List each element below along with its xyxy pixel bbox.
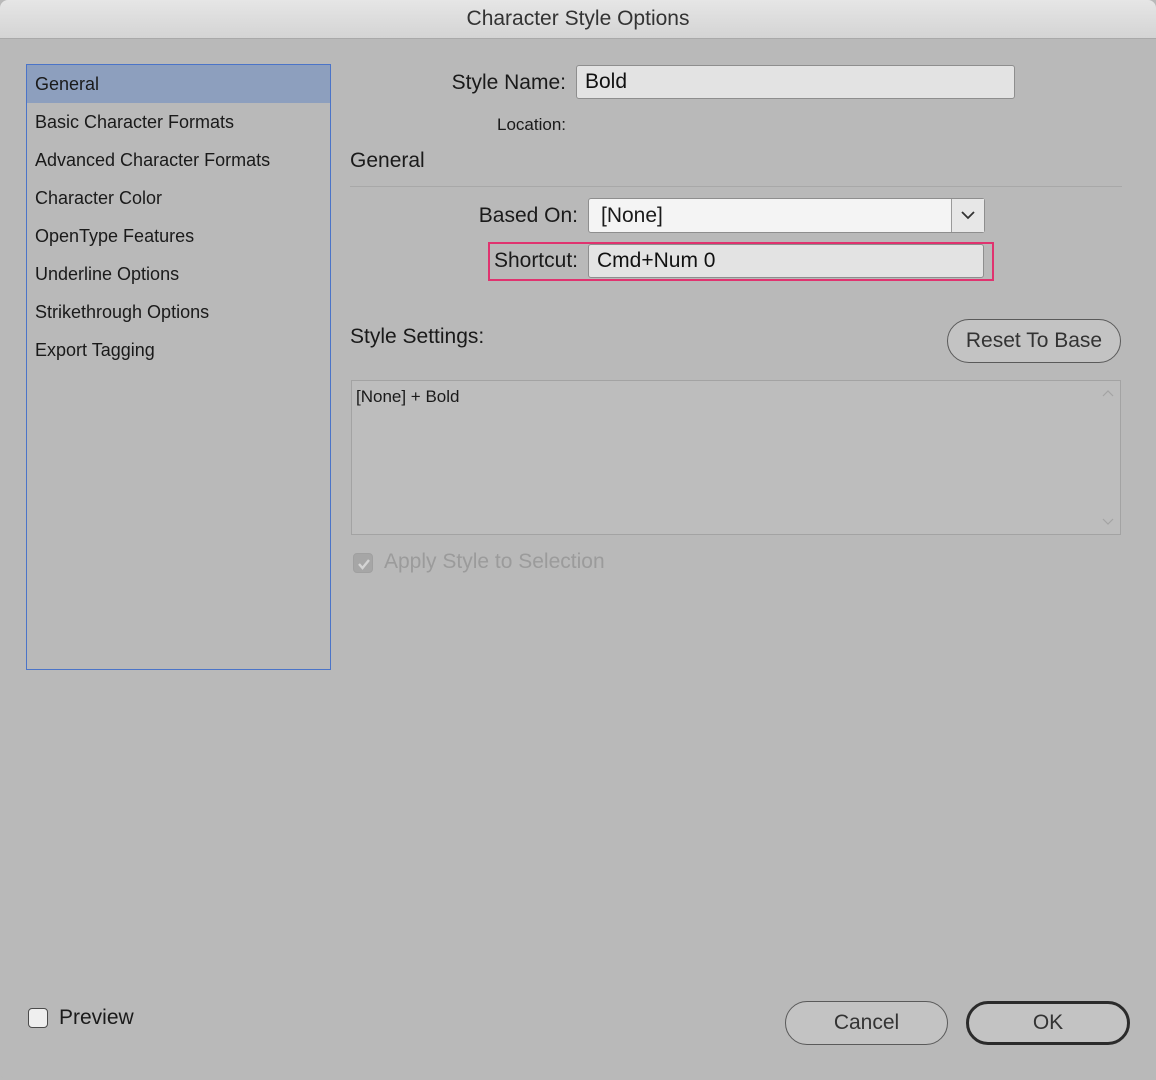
sidebar-item-export-tagging[interactable]: Export Tagging: [27, 331, 330, 369]
based-on-value: [None]: [601, 204, 663, 227]
apply-style-checkbox[interactable]: [353, 553, 373, 573]
reset-to-base-button[interactable]: Reset To Base: [947, 319, 1121, 363]
sidebar-item-character-color[interactable]: Character Color: [27, 179, 330, 217]
character-style-options-dialog: Character Style Options General Basic Ch…: [0, 0, 1156, 1080]
section-divider: [350, 186, 1122, 187]
shortcut-input[interactable]: [588, 244, 984, 278]
chevron-down-icon[interactable]: [951, 199, 984, 232]
apply-style-label: Apply Style to Selection: [384, 550, 605, 573]
ok-button[interactable]: OK: [966, 1001, 1130, 1045]
sidebar-item-strikethrough-options[interactable]: Strikethrough Options: [27, 293, 330, 331]
chevron-down-icon[interactable]: [1102, 518, 1114, 526]
window-title: Character Style Options: [0, 0, 1156, 39]
based-on-dropdown[interactable]: [None]: [588, 198, 985, 233]
preview-label: Preview: [59, 1006, 134, 1029]
category-list[interactable]: General Basic Character Formats Advanced…: [26, 64, 331, 670]
sidebar-item-opentype-features[interactable]: OpenType Features: [27, 217, 330, 255]
chevron-up-icon[interactable]: [1102, 389, 1114, 397]
style-name-input[interactable]: [576, 65, 1015, 99]
sidebar-item-general[interactable]: General: [27, 65, 330, 103]
checkmark-icon: [358, 559, 370, 570]
style-settings-text: [None] + Bold: [356, 387, 460, 406]
style-settings-textarea[interactable]: [None] + Bold: [351, 380, 1121, 535]
sidebar-item-basic-character-formats[interactable]: Basic Character Formats: [27, 103, 330, 141]
section-title-general: General: [350, 149, 425, 172]
preview-checkbox[interactable]: [28, 1008, 48, 1028]
sidebar-item-advanced-character-formats[interactable]: Advanced Character Formats: [27, 141, 330, 179]
cancel-button[interactable]: Cancel: [785, 1001, 948, 1045]
style-settings-label: Style Settings:: [350, 325, 485, 348]
sidebar-item-underline-options[interactable]: Underline Options: [27, 255, 330, 293]
shortcut-label: Shortcut:: [493, 249, 578, 272]
location-label: Location:: [497, 115, 566, 134]
based-on-label: Based On:: [478, 204, 578, 227]
style-name-label: Style Name:: [451, 71, 566, 94]
